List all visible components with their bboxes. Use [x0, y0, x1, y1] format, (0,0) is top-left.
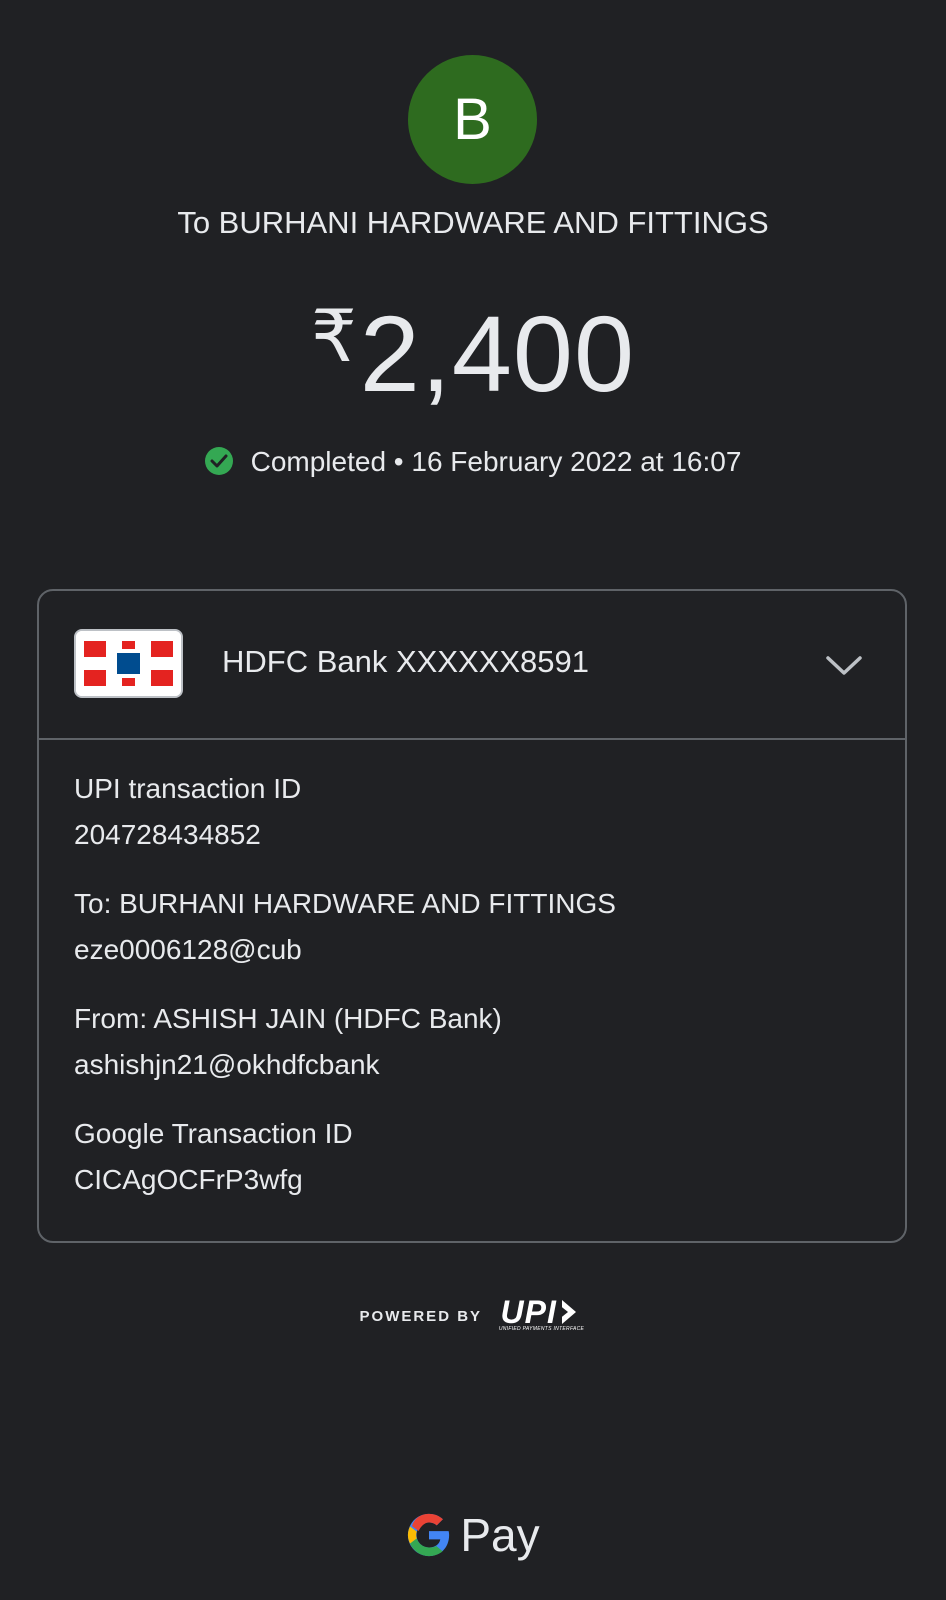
hdfc-bank-logo: [74, 629, 183, 698]
detail-label: Google Transaction ID: [74, 1118, 353, 1149]
detail-label: To: BURHANI HARDWARE AND FITTINGS: [74, 888, 616, 919]
google-g-icon: [408, 1513, 450, 1557]
bank-account-label: HDFC Bank XXXXXX8591: [222, 644, 590, 679]
payment-amount: ₹2,400: [0, 272, 946, 419]
detail-value[interactable]: ashishjn21@okhdfcbank: [74, 1043, 874, 1087]
bank-account-header[interactable]: HDFC Bank XXXXXX8591: [39, 591, 905, 740]
detail-row-upi-id: UPI transaction ID 204728434852: [74, 767, 874, 857]
payment-receipt: B To BURHANI HARDWARE AND FITTINGS ₹2,40…: [0, 0, 946, 1600]
detail-row-to: To: BURHANI HARDWARE AND FITTINGS eze000…: [74, 882, 874, 972]
detail-value[interactable]: eze0006128@cub: [74, 928, 874, 972]
detail-row-from: From: ASHISH JAIN (HDFC Bank) ashishjn21…: [74, 997, 874, 1087]
detail-label: From: ASHISH JAIN (HDFC Bank): [74, 1003, 502, 1034]
pay-brand-text: Pay: [460, 1509, 540, 1561]
transaction-details: UPI transaction ID 204728434852 To: BURH…: [74, 767, 874, 1227]
detail-value[interactable]: 204728434852: [74, 813, 874, 857]
detail-value[interactable]: CICAgOCFrP3wfg: [74, 1158, 874, 1202]
amount-value: 2,400: [359, 293, 636, 414]
upi-logo-subtext: UNIFIED PAYMENTS INTERFACE: [498, 1326, 585, 1332]
chevron-down-icon[interactable]: [824, 646, 864, 686]
payment-status: Completed • 16 February 2022 at 16:07: [0, 440, 946, 484]
upi-logo-text: UPI: [500, 1294, 557, 1330]
detail-row-google-id: Google Transaction ID CICAgOCFrP3wfg: [74, 1112, 874, 1202]
payee-title: To BURHANI HARDWARE AND FITTINGS: [177, 205, 769, 240]
payee-avatar: B: [408, 55, 537, 184]
upi-logo: UPI UNIFIED PAYMENTS INTERFACE: [496, 1294, 586, 1334]
powered-by-upi: POWERED BY UPI UNIFIED PAYMENTS INTERFAC…: [0, 1294, 946, 1338]
status-text: Completed • 16 February 2022 at 16:07: [250, 446, 742, 477]
currency-symbol: ₹: [310, 297, 358, 377]
google-pay-logo: Pay: [0, 1505, 946, 1565]
check-circle-icon: [204, 447, 233, 475]
transaction-details-card: HDFC Bank XXXXXX8591 UPI transaction ID …: [37, 589, 907, 1243]
powered-by-label: POWERED BY: [359, 1307, 483, 1325]
detail-label: UPI transaction ID: [74, 773, 302, 804]
